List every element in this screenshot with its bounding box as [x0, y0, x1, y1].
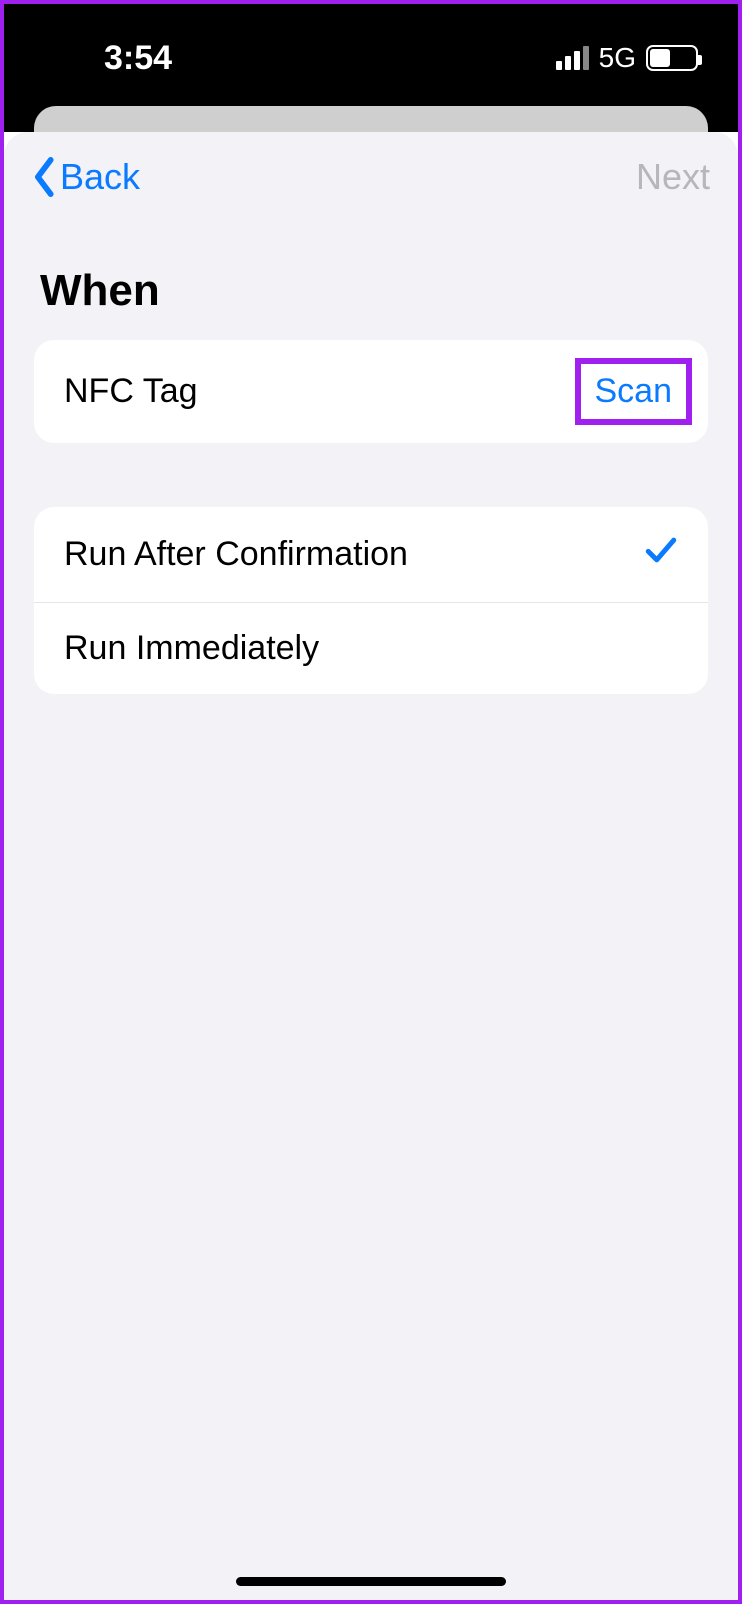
option-run-after-confirmation[interactable]: Run After Confirmation	[34, 507, 708, 602]
modal-sheet: Back Next When NFC Tag Scan Run After Co…	[4, 132, 738, 1600]
nav-bar: Back Next	[4, 132, 738, 210]
chevron-left-icon	[32, 157, 58, 197]
run-options-card: Run After Confirmation Run Immediately	[34, 507, 708, 694]
nfc-tag-label: NFC Tag	[64, 372, 198, 411]
status-bar: 3:54 5G	[4, 4, 738, 84]
option-label: Run Immediately	[64, 629, 319, 668]
back-button[interactable]: Back	[32, 156, 140, 198]
section-title: When	[4, 210, 738, 340]
scan-button-highlight: Scan	[575, 358, 693, 425]
next-button[interactable]: Next	[636, 156, 710, 198]
checkmark-icon	[644, 533, 678, 576]
battery-icon	[646, 45, 698, 71]
nfc-tag-row[interactable]: NFC Tag Scan	[34, 340, 708, 443]
scan-button[interactable]: Scan	[595, 372, 673, 410]
option-run-immediately[interactable]: Run Immediately	[34, 602, 708, 694]
status-time: 3:54	[104, 39, 172, 78]
home-indicator[interactable]	[236, 1577, 506, 1586]
next-label: Next	[636, 156, 710, 197]
signal-icon	[556, 46, 589, 70]
option-label: Run After Confirmation	[64, 535, 408, 574]
network-label: 5G	[599, 42, 636, 74]
nfc-card: NFC Tag Scan	[34, 340, 708, 443]
back-label: Back	[60, 156, 140, 198]
